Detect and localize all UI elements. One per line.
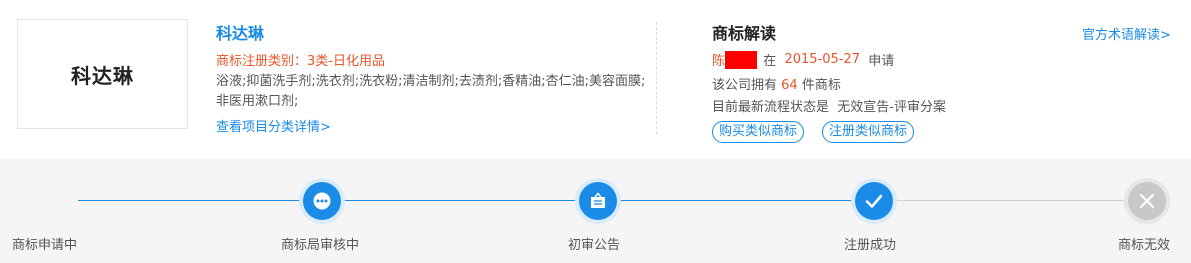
- status-line: 目前最新流程状态是 无效宣告-评审分案: [712, 100, 946, 115]
- official-terms-link[interactable]: 官方术语解读>: [1082, 24, 1171, 43]
- trademark-count-line: 该公司拥有 64 件商标: [712, 74, 841, 93]
- applicant-name: 陈: [712, 54, 726, 69]
- applicant-line: 陈 在 2015-05-27 申请: [712, 50, 894, 69]
- progress-line: [78, 200, 300, 201]
- trademark-category: 商标注册类别：3类-日化用品: [216, 54, 385, 69]
- step-label: 初审公告: [568, 238, 621, 253]
- step-node-notice: [579, 182, 617, 220]
- count-suffix: 件商标: [797, 78, 841, 93]
- step-node-review: [303, 182, 341, 220]
- applicant-at: 在: [759, 54, 785, 69]
- progress-line: [896, 200, 1128, 201]
- trademark-logo: 科达琳: [17, 19, 188, 129]
- step-node-invalid: [1128, 182, 1166, 220]
- redacted-block: [725, 50, 758, 69]
- category-detail-link[interactable]: 查看项目分类详情>: [216, 116, 331, 135]
- notice-board-icon: [591, 192, 605, 208]
- step-label: 注册成功: [844, 238, 897, 253]
- trademark-name[interactable]: 科达琳: [216, 20, 264, 44]
- register-similar-button[interactable]: 注册类似商标: [822, 121, 915, 143]
- count-prefix: 该公司拥有: [712, 78, 782, 93]
- step-label: 商标局审核中: [281, 238, 360, 253]
- trademark-info-panel: 科达琳 科达琳 商标注册类别：3类-日化用品 浴液;抑菌洗手剂;洗衣剂;洗衣粉;…: [0, 0, 1191, 159]
- progress-line: [620, 200, 852, 201]
- trademark-goods-list: 浴液;抑菌洗手剂;洗衣剂;洗衣粉;清洁制剂;去渍剂;香精油;杏仁油;美容面膜;非…: [216, 74, 646, 109]
- progress-line: [344, 200, 576, 201]
- trademark-count: 64: [781, 78, 798, 93]
- step-node-registered: [855, 182, 893, 220]
- progress-timeline: 商标申请中 商标局审核中 初审公告 注册成功 商标无效: [0, 159, 1191, 263]
- check-icon: [865, 194, 883, 208]
- apply-suffix: 申请: [859, 54, 895, 69]
- ellipsis-icon: [313, 192, 331, 210]
- interpretation-title: 商标解读: [712, 24, 777, 43]
- divider: [656, 22, 657, 134]
- apply-date: 2015-05-27: [784, 52, 860, 67]
- buy-similar-button[interactable]: 购买类似商标: [712, 121, 805, 143]
- close-icon: [1139, 193, 1155, 209]
- step-label: 商标申请中: [12, 238, 78, 253]
- step-label: 商标无效: [1118, 238, 1171, 253]
